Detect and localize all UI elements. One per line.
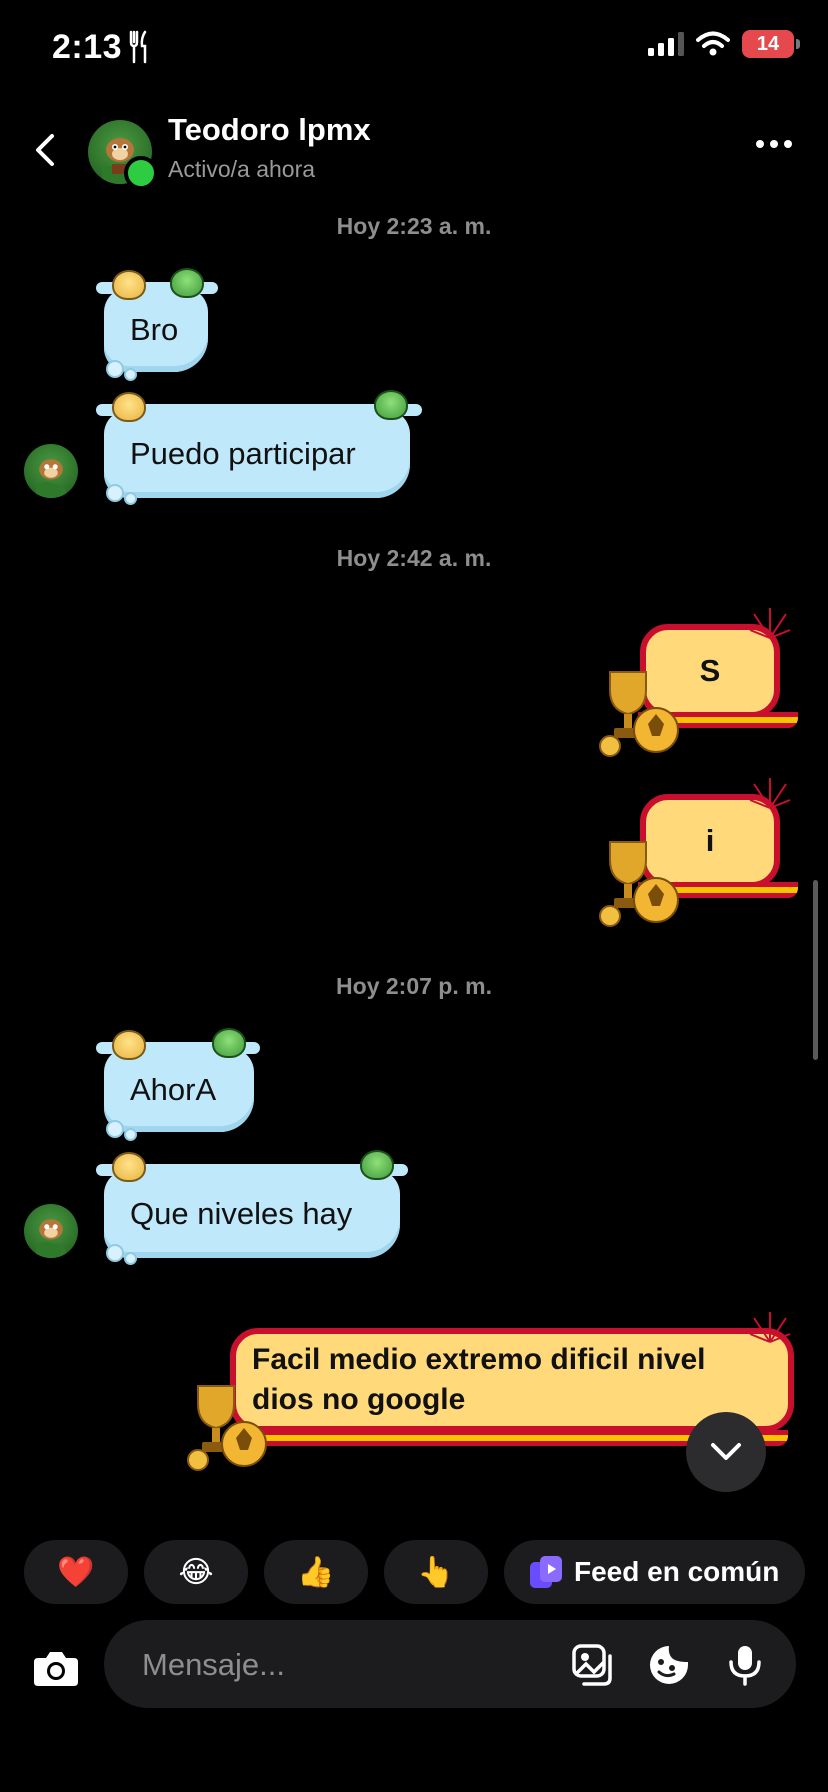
- bubble-dot-icon: [106, 1244, 124, 1262]
- message-input[interactable]: [140, 1620, 544, 1710]
- battery-icon: 14: [742, 30, 800, 58]
- more-dot-icon: [756, 140, 764, 148]
- shared-feed-label: Feed en común: [574, 1556, 780, 1587]
- sticker-icon[interactable]: [648, 1644, 690, 1686]
- quick-reaction-heart[interactable]: ❤️: [24, 1540, 128, 1604]
- chipmunk-icon: [35, 459, 67, 498]
- bubble-dot-icon: [106, 1120, 124, 1138]
- chick-sticker-icon: [112, 1152, 146, 1182]
- incoming-message[interactable]: Puedo participar: [96, 390, 422, 505]
- incoming-message[interactable]: Bro: [96, 268, 218, 381]
- chick-sticker-icon: [112, 392, 146, 422]
- fork-knife-icon: [129, 30, 147, 64]
- chevron-down-icon: [711, 1443, 741, 1460]
- online-indicator: [124, 156, 158, 190]
- wifi-icon: [696, 31, 730, 56]
- bubble-dot-icon: [124, 1252, 137, 1265]
- more-options-button[interactable]: [756, 140, 792, 148]
- message-text: Bro: [104, 288, 208, 372]
- gallery-icon[interactable]: [572, 1644, 614, 1686]
- frog-sticker-icon: [212, 1028, 246, 1058]
- timestamp-separator: Hoy 2:42 a. m.: [336, 545, 492, 571]
- camera-icon[interactable]: [28, 1640, 84, 1696]
- timestamp-separator: Hoy 2:23 a. m.: [336, 213, 492, 239]
- status-indicators: 14: [648, 30, 800, 58]
- scroll-to-bottom-button[interactable]: [686, 1412, 766, 1492]
- frog-sticker-icon: [170, 268, 204, 298]
- status-time: 2:13: [52, 28, 123, 66]
- back-arrow-icon[interactable]: [28, 130, 64, 170]
- contact-name[interactable]: Teodoro lpmx: [168, 112, 371, 148]
- fireworks-icon: [749, 1312, 791, 1343]
- bubble-dot-icon: [124, 492, 137, 505]
- trophy-ball-icon: [599, 671, 679, 757]
- chipmunk-icon: [35, 1219, 67, 1258]
- timestamp-separator: Hoy 2:07 p. m.: [336, 973, 492, 999]
- quick-reply-bar: ❤️ 😂 👍 👆 Feed en común: [24, 1540, 806, 1604]
- chick-sticker-icon: [112, 1030, 146, 1060]
- trophy-ball-icon: [599, 841, 679, 927]
- bubble-dot-icon: [124, 1128, 137, 1141]
- outgoing-message[interactable]: i: [598, 776, 804, 927]
- signal-icon: [648, 32, 684, 56]
- trophy-ball-icon: [187, 1385, 267, 1471]
- chick-sticker-icon: [112, 270, 146, 300]
- message-composer: [104, 1620, 796, 1710]
- message-text: AhorA: [104, 1048, 254, 1132]
- bubble-dot-icon: [106, 484, 124, 502]
- contact-avatar-small[interactable]: [24, 444, 78, 498]
- fireworks-icon: [749, 608, 791, 639]
- message-text: Que niveles hay: [104, 1170, 400, 1258]
- fireworks-icon: [749, 778, 791, 809]
- incoming-message[interactable]: AhorA: [96, 1028, 260, 1141]
- quick-reaction-point-up[interactable]: 👆: [384, 1540, 488, 1604]
- more-dot-icon: [770, 140, 778, 148]
- bubble-dot-icon: [124, 368, 137, 381]
- quick-reaction-thumbs-up[interactable]: 👍: [264, 1540, 368, 1604]
- microphone-icon[interactable]: [724, 1644, 766, 1686]
- contact-avatar-small[interactable]: [24, 1204, 78, 1258]
- quick-reaction-laugh[interactable]: 😂: [144, 1540, 248, 1604]
- incoming-message[interactable]: Que niveles hay: [96, 1150, 408, 1265]
- bubble-dot-icon: [106, 360, 124, 378]
- shared-feed-icon: [530, 1556, 562, 1588]
- shared-feed-button[interactable]: Feed en común: [504, 1540, 806, 1604]
- scrollbar[interactable]: [813, 880, 818, 1060]
- message-text: Puedo participar: [104, 410, 410, 498]
- frog-sticker-icon: [360, 1150, 394, 1180]
- more-dot-icon: [784, 140, 792, 148]
- outgoing-message[interactable]: S: [598, 606, 804, 757]
- frog-sticker-icon: [374, 390, 408, 420]
- battery-level: 14: [756, 32, 780, 55]
- presence-status: Activo/a ahora: [168, 156, 316, 182]
